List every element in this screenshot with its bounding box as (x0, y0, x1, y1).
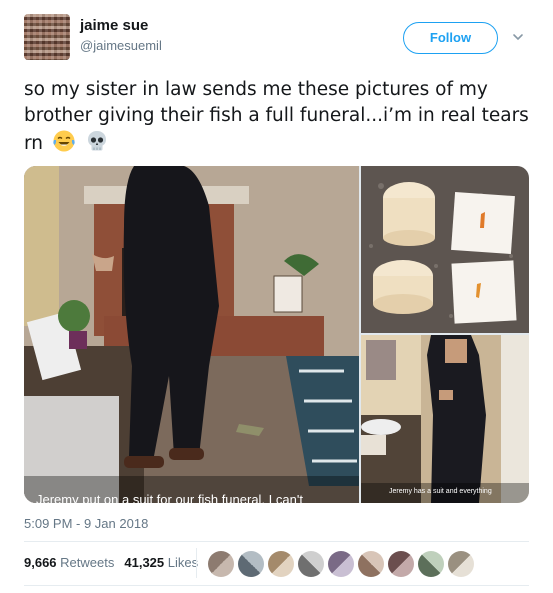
skull-icon (87, 131, 106, 151)
face-with-tears-of-joy-icon (53, 130, 75, 152)
likes-stat[interactable]: 41,325 Likes (124, 555, 198, 570)
tweet-timestamp[interactable]: 5:09 PM - 9 Jan 2018 (24, 516, 148, 531)
liker-avatar[interactable] (298, 551, 324, 577)
liker-avatar[interactable] (388, 551, 414, 577)
photo-caption-small: Jeremy has a suit and everything (389, 488, 492, 495)
retweets-label: Retweets (60, 555, 115, 570)
chevron-down-icon[interactable] (511, 30, 525, 44)
liker-avatar[interactable] (418, 551, 444, 577)
liker-avatar[interactable] (238, 551, 264, 577)
photo-bathroom[interactable]: Jeremy has a suit and everything (361, 335, 529, 503)
likes-count: 41,325 (124, 555, 165, 570)
liker-avatar[interactable] (448, 551, 474, 577)
retweets-stat[interactable]: 9,666 Retweets (24, 555, 114, 570)
tweet-stats: 9,666 Retweets 41,325 Likes (24, 555, 208, 570)
liker-avatar[interactable] (328, 551, 354, 577)
liker-avatar[interactable] (208, 551, 234, 577)
tweet-header: jaime sue @jaimesuemil Follow (24, 14, 534, 64)
display-name[interactable]: jaime sue (80, 17, 148, 34)
divider (24, 585, 529, 586)
liker-avatars (208, 551, 474, 577)
retweets-count: 9,666 (24, 555, 57, 570)
photo-funeral-scene[interactable]: Jeremy put on a suit for our fish funera… (24, 166, 359, 503)
divider (24, 541, 529, 542)
user-handle[interactable]: @jaimesuemil (80, 38, 162, 53)
liker-avatar[interactable] (268, 551, 294, 577)
liker-avatar[interactable] (358, 551, 384, 577)
tweet-text: so my sister in law sends me these pictu… (24, 77, 529, 157)
stats-separator (196, 548, 197, 578)
likes-label: Likes (167, 555, 199, 570)
avatar[interactable] (24, 14, 70, 60)
photo-caption: Jeremy put on a suit for our fish funera… (36, 492, 303, 503)
follow-button[interactable]: Follow (403, 22, 498, 54)
photo-candles[interactable] (361, 166, 529, 333)
photo-grid: Jeremy put on a suit for our fish funera… (24, 166, 529, 503)
